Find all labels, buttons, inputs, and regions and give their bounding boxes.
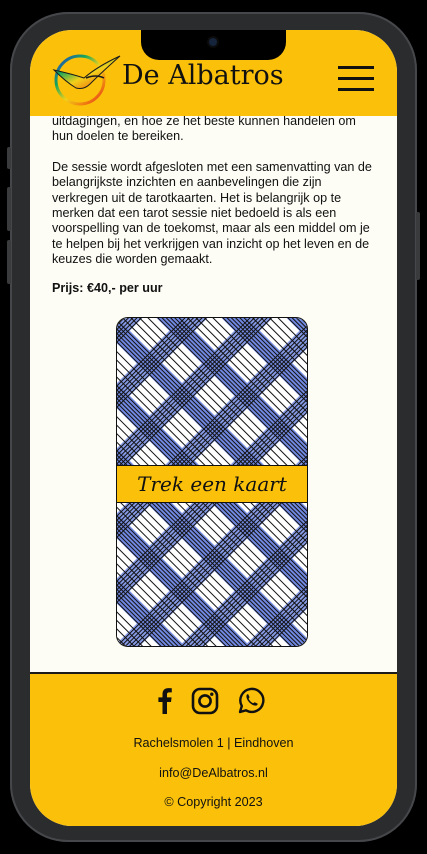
menu-bar xyxy=(338,66,374,69)
hamburger-menu-icon[interactable] xyxy=(338,66,374,94)
footer-address: Rachelsmolen 1 | Eindhoven xyxy=(133,736,294,750)
footer-copyright: © Copyright 2023 xyxy=(164,795,263,809)
main-content: uitdagingen, en hoe ze het beste kunnen … xyxy=(52,114,374,311)
instagram-icon[interactable] xyxy=(190,686,220,716)
albatros-logo-icon[interactable] xyxy=(50,48,122,108)
tarot-card-button[interactable]: Trek een kaart xyxy=(116,317,308,647)
price-text: Prijs: €40,- per uur xyxy=(52,280,163,295)
facebook-icon[interactable] xyxy=(150,686,180,716)
menu-bar xyxy=(338,77,374,80)
phone-screen: De Albatros uitdagingen, en hoe ze het b… xyxy=(30,30,397,826)
intro-paragraph: uitdagingen, en hoe ze het beste kunnen … xyxy=(52,114,356,144)
session-paragraph: De sessie wordt afgesloten met een samen… xyxy=(52,159,372,267)
menu-bar xyxy=(338,88,374,91)
volume-down-button xyxy=(7,240,11,284)
social-links xyxy=(30,686,397,718)
power-button xyxy=(416,212,420,280)
whatsapp-icon[interactable] xyxy=(236,686,266,716)
volume-up-button xyxy=(7,187,11,231)
site-footer: Rachelsmolen 1 | Eindhoven info@DeAlbatr… xyxy=(30,672,397,826)
notch xyxy=(141,30,286,60)
front-camera xyxy=(209,38,217,46)
mute-switch xyxy=(7,147,11,169)
site-title[interactable]: De Albatros xyxy=(122,60,284,91)
footer-email-link[interactable]: info@DeAlbatros.nl xyxy=(30,766,397,780)
draw-card-label[interactable]: Trek een kaart xyxy=(117,465,307,503)
